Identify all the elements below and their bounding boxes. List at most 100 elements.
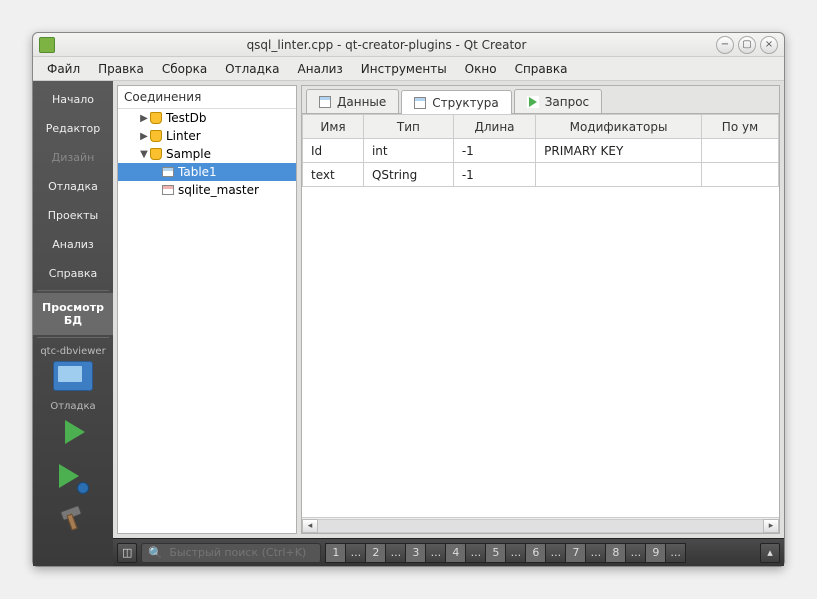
separator <box>37 337 109 338</box>
menu-debug[interactable]: Отладка <box>217 59 287 79</box>
menu-analyze[interactable]: Анализ <box>290 59 351 79</box>
close-button[interactable]: × <box>760 36 778 54</box>
scroll-right-button[interactable]: ▸ <box>763 519 779 533</box>
tree-node-testdb[interactable]: ▶ TestDb <box>118 109 296 127</box>
table-icon <box>162 185 174 195</box>
table-icon <box>162 167 174 177</box>
toggle-sidebar-button[interactable]: ◫ <box>117 543 137 563</box>
connections-header: Соединения <box>118 86 296 109</box>
mode-dbview[interactable]: Просмотр БД <box>33 293 113 335</box>
debug-button[interactable] <box>59 464 87 492</box>
pane-4-label[interactable]: ... <box>465 543 485 563</box>
scroll-left-button[interactable]: ◂ <box>302 519 318 533</box>
maximize-button[interactable]: ▢ <box>738 36 756 54</box>
cell[interactable]: -1 <box>453 163 535 187</box>
menubar: Файл Правка Сборка Отладка Анализ Инстру… <box>33 57 784 81</box>
minimize-button[interactable]: − <box>716 36 734 54</box>
output-toggle-button[interactable]: ▴ <box>760 543 780 563</box>
mode-projects[interactable]: Проекты <box>33 201 113 230</box>
pane-8-label[interactable]: ... <box>625 543 645 563</box>
col-default[interactable]: По ум <box>701 115 778 139</box>
col-length[interactable]: Длина <box>453 115 535 139</box>
structure-table: Имя Тип Длина Модификаторы По ум Id <box>302 114 779 187</box>
pane-5-label[interactable]: ... <box>505 543 525 563</box>
cell[interactable] <box>701 163 778 187</box>
search-input[interactable] <box>169 546 314 559</box>
collapse-icon[interactable]: ▼ <box>138 149 150 160</box>
expand-icon[interactable]: ▶ <box>138 131 150 142</box>
database-icon <box>150 148 162 160</box>
mode-welcome[interactable]: Начало <box>33 85 113 114</box>
mode-analyze[interactable]: Анализ <box>33 230 113 259</box>
pane-1[interactable]: 1 <box>325 543 345 563</box>
tab-strip: Данные Структура Запрос <box>302 86 779 114</box>
window-title: qsql_linter.cpp - qt-creator-plugins - Q… <box>61 38 712 52</box>
quick-search[interactable]: 🔍 <box>141 543 321 563</box>
pane-5[interactable]: 5 <box>485 543 505 563</box>
mode-help[interactable]: Справка <box>33 259 113 288</box>
cell[interactable]: -1 <box>453 139 535 163</box>
col-name[interactable]: Имя <box>303 115 364 139</box>
content-area: Соединения ▶ TestDb ▶ Linter <box>113 81 784 566</box>
tree-label: sqlite_master <box>178 183 259 197</box>
output-pane-selector: 1 ... 2 ... 3 ... 4 ... 5 ... 6 ... 7 ..… <box>325 543 686 563</box>
pane-4[interactable]: 4 <box>445 543 465 563</box>
tree-node-sqlite-master[interactable]: sqlite_master <box>118 181 296 199</box>
pane-7-label[interactable]: ... <box>585 543 605 563</box>
pane-2-label[interactable]: ... <box>385 543 405 563</box>
tree-label: Sample <box>166 147 211 161</box>
tab-data[interactable]: Данные <box>306 89 399 113</box>
col-type[interactable]: Тип <box>363 115 453 139</box>
tab-structure[interactable]: Структура <box>401 90 511 114</box>
menu-file[interactable]: Файл <box>39 59 88 79</box>
pane-3-label[interactable]: ... <box>425 543 445 563</box>
menu-tools[interactable]: Инструменты <box>353 59 455 79</box>
tree-node-linter[interactable]: ▶ Linter <box>118 127 296 145</box>
project-selector-icon[interactable] <box>53 361 93 391</box>
pane-1-label[interactable]: ... <box>345 543 365 563</box>
horizontal-scrollbar[interactable]: ◂ ▸ <box>302 517 779 533</box>
build-button[interactable] <box>59 508 87 536</box>
menu-window[interactable]: Окно <box>457 59 505 79</box>
cell[interactable]: text <box>303 163 364 187</box>
play-icon <box>527 96 539 108</box>
menu-edit[interactable]: Правка <box>90 59 152 79</box>
connections-tree[interactable]: ▶ TestDb ▶ Linter ▼ Sample <box>118 109 296 533</box>
mode-debug[interactable]: Отладка <box>33 172 113 201</box>
tab-label: Данные <box>337 95 386 109</box>
mode-edit[interactable]: Редактор <box>33 114 113 143</box>
pane-8[interactable]: 8 <box>605 543 625 563</box>
table-row[interactable]: Id int -1 PRIMARY KEY <box>303 139 779 163</box>
col-modifiers[interactable]: Модификаторы <box>536 115 702 139</box>
cell[interactable]: int <box>363 139 453 163</box>
mode-design: Дизайн <box>33 143 113 172</box>
grid-scroll[interactable]: Имя Тип Длина Модификаторы По ум Id <box>302 114 779 517</box>
cell[interactable]: QString <box>363 163 453 187</box>
menu-help[interactable]: Справка <box>507 59 576 79</box>
table-row[interactable]: text QString -1 <box>303 163 779 187</box>
pane-3[interactable]: 3 <box>405 543 425 563</box>
pane-7[interactable]: 7 <box>565 543 585 563</box>
database-icon <box>150 130 162 142</box>
scroll-track[interactable] <box>318 519 763 533</box>
menu-build[interactable]: Сборка <box>154 59 215 79</box>
cell[interactable] <box>701 139 778 163</box>
pane-9-label[interactable]: ... <box>665 543 686 563</box>
run-button[interactable] <box>59 420 87 448</box>
cell[interactable]: PRIMARY KEY <box>536 139 702 163</box>
pane-9[interactable]: 9 <box>645 543 665 563</box>
table-icon <box>319 96 331 108</box>
mode-sidebar: Начало Редактор Дизайн Отладка Проекты А… <box>33 81 113 566</box>
pane-2[interactable]: 2 <box>365 543 385 563</box>
tree-node-sample[interactable]: ▼ Sample <box>118 145 296 163</box>
tree-node-table1[interactable]: Table1 <box>118 163 296 181</box>
cell[interactable] <box>536 163 702 187</box>
pane-6[interactable]: 6 <box>525 543 545 563</box>
cell[interactable]: Id <box>303 139 364 163</box>
pane-6-label[interactable]: ... <box>545 543 565 563</box>
tree-label: Table1 <box>178 165 217 179</box>
tab-query[interactable]: Запрос <box>514 89 602 113</box>
expand-icon[interactable]: ▶ <box>138 113 150 124</box>
project-label: qtc-dbviewer <box>40 346 105 357</box>
connections-panel: Соединения ▶ TestDb ▶ Linter <box>117 85 297 534</box>
